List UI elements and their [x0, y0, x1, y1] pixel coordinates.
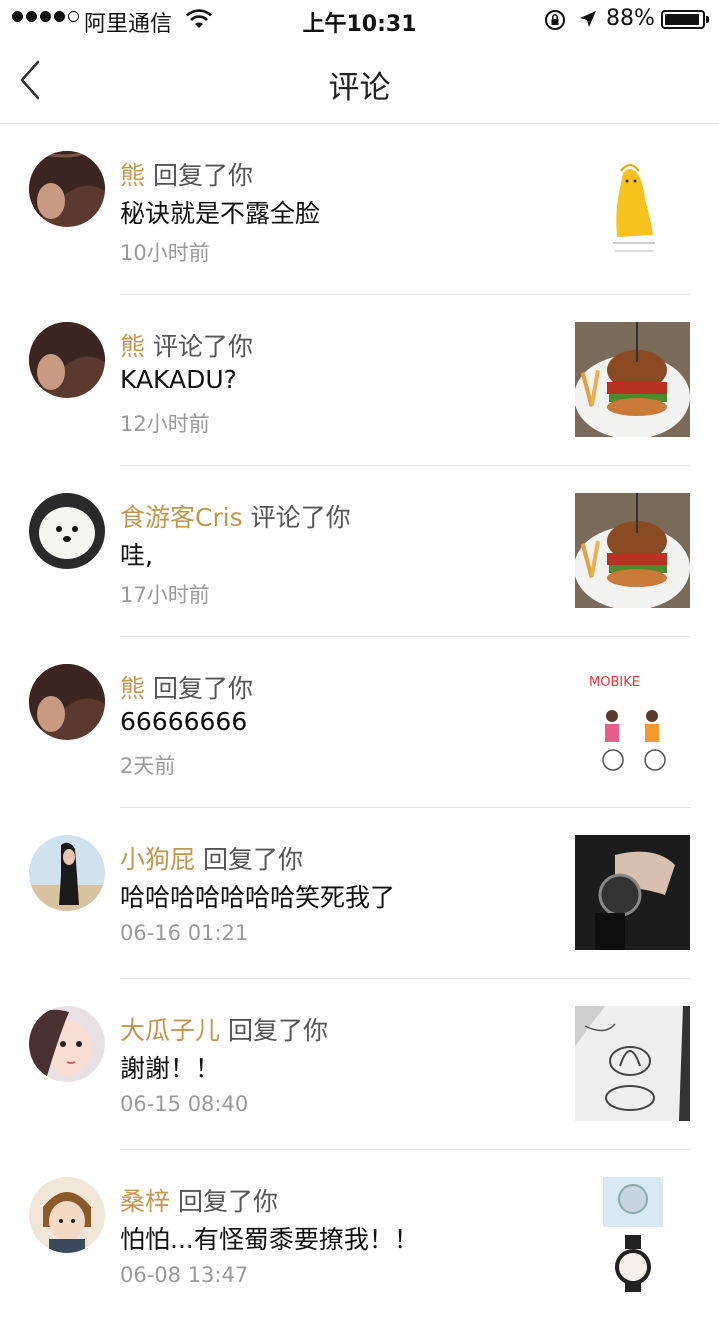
comment-row[interactable]: 熊 回复了你 秘诀就是不露全脸 10小时前: [0, 124, 719, 295]
battery-percentage: 88%: [606, 6, 655, 31]
post-thumbnail-lotus-sketch[interactable]: [575, 1006, 690, 1121]
comment-header: 食游客Cris 评论了你: [120, 498, 351, 534]
username-link[interactable]: 大瓜子儿: [120, 1016, 220, 1045]
username-link[interactable]: 熊: [120, 332, 145, 361]
user-avatar[interactable]: [29, 151, 105, 227]
action-text: 评论了你: [152, 332, 253, 361]
comment-header: 大瓜子儿 回复了你: [120, 1011, 328, 1047]
user-avatar[interactable]: [29, 1177, 105, 1253]
username-link[interactable]: 食游客Cris: [120, 503, 243, 532]
comment-time: 2天前: [120, 754, 176, 778]
comment-row[interactable]: 小狗屁 回复了你 哈哈哈哈哈哈哈笑死我了 06-16 01:21: [0, 808, 719, 979]
navigation-bar: 评论: [0, 40, 719, 124]
comment-header: 熊 评论了你: [120, 327, 253, 363]
status-bar: 阿里通信 上午10:31 88%: [0, 0, 719, 40]
comment-header: 熊 回复了你: [120, 156, 253, 192]
username-link[interactable]: 熊: [120, 161, 145, 190]
comment-list: 熊 回复了你 秘诀就是不露全脸 10小时前 熊 评论了你 KAKADU? 12小…: [0, 124, 719, 1321]
comment-row[interactable]: 桑梓 回复了你 怕怕...有怪蜀黍要撩我！！ 06-08 13:47: [0, 1150, 719, 1321]
action-text: 回复了你: [152, 674, 253, 703]
bike-sticker-text: MOBIKE: [589, 675, 640, 690]
user-avatar[interactable]: [29, 322, 105, 398]
user-avatar[interactable]: [29, 664, 105, 740]
post-thumbnail-watch[interactable]: [575, 835, 690, 950]
action-text: 评论了你: [250, 503, 351, 532]
post-thumbnail-bike-sticker[interactable]: MOBIKE: [575, 664, 690, 779]
comment-text: 謝謝！！: [120, 1054, 221, 1083]
comment-text: KAKADU?: [120, 365, 237, 394]
comment-text: 66666666: [120, 707, 248, 736]
comment-text: 哈哈哈哈哈哈哈笑死我了: [120, 883, 396, 912]
post-thumbnail-burger[interactable]: [575, 493, 690, 608]
comment-row[interactable]: 熊 评论了你 KAKADU? 12小时前: [0, 295, 719, 466]
comment-time: 12小时前: [120, 412, 210, 436]
username-link[interactable]: 小狗屁: [120, 845, 195, 874]
user-avatar[interactable]: [29, 493, 105, 569]
user-avatar[interactable]: [29, 1006, 105, 1082]
username-link[interactable]: 桑梓: [120, 1187, 170, 1216]
user-avatar[interactable]: [29, 835, 105, 911]
comment-row[interactable]: 食游客Cris 评论了你 哇, 17小时前: [0, 466, 719, 637]
comment-time: 17小时前: [120, 583, 210, 607]
comment-header: 小狗屁 回复了你: [120, 840, 303, 876]
page-title: 评论: [328, 70, 391, 106]
comment-time: 06-16 01:21: [120, 921, 249, 945]
comment-row[interactable]: 大瓜子儿 回复了你 謝謝！！ 06-15 08:40: [0, 979, 719, 1150]
comment-text: 怕怕...有怪蜀黍要撩我！！: [120, 1225, 419, 1254]
comment-text: 哇,: [120, 541, 153, 570]
location-arrow-icon: [580, 11, 596, 27]
battery-icon: [661, 10, 709, 29]
comment-time: 06-08 13:47: [120, 1263, 249, 1287]
post-thumbnail-yellow-bear[interactable]: [575, 151, 690, 266]
comment-header: 桑梓 回复了你: [120, 1182, 278, 1218]
action-text: 回复了你: [177, 1187, 278, 1216]
comment-row[interactable]: 熊 回复了你 66666666 2天前 MOBIKE: [0, 637, 719, 808]
action-text: 回复了你: [202, 845, 303, 874]
action-text: 回复了你: [152, 161, 253, 190]
username-link[interactable]: 熊: [120, 674, 145, 703]
comment-header: 熊 回复了你: [120, 669, 253, 705]
post-thumbnail-burger[interactable]: [575, 322, 690, 437]
post-thumbnail-watches[interactable]: [575, 1177, 690, 1292]
action-text: 回复了你: [227, 1016, 328, 1045]
rotation-lock-icon: [545, 10, 565, 30]
comment-time: 10小时前: [120, 241, 210, 265]
comment-time: 06-15 08:40: [120, 1092, 249, 1116]
comment-text: 秘诀就是不露全脸: [120, 199, 321, 228]
